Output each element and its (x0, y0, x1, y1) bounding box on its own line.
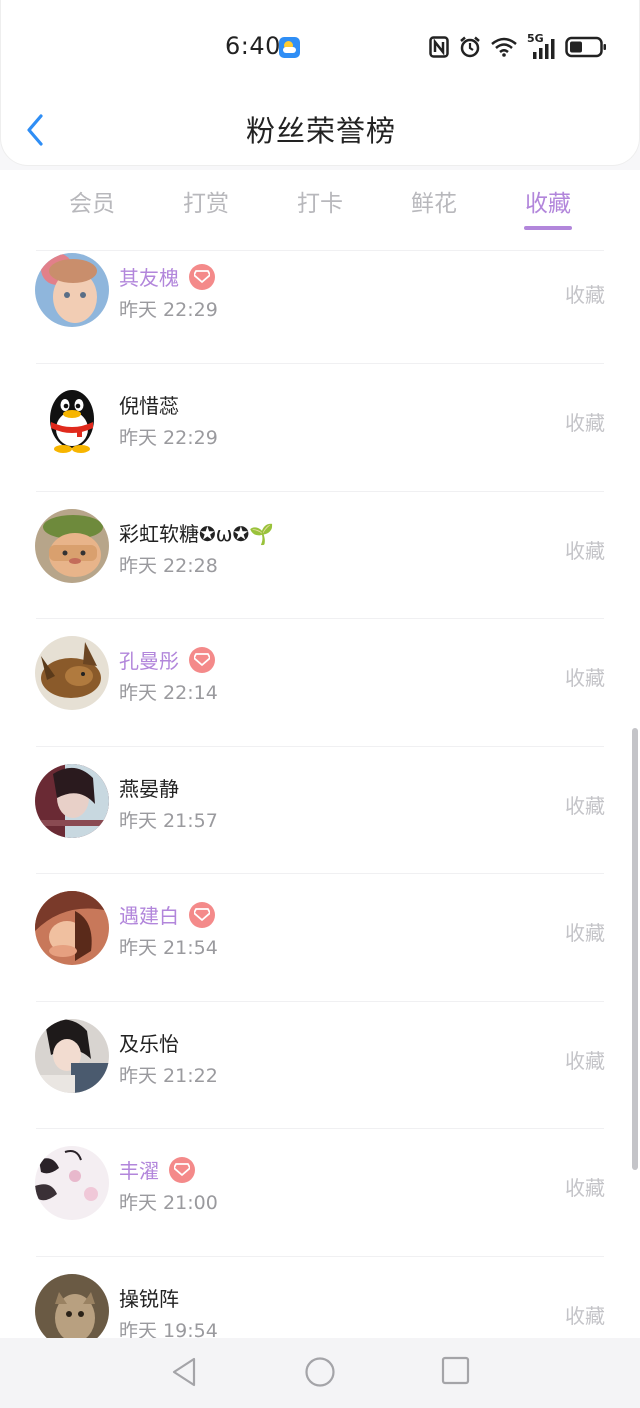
list-item[interactable]: 彩虹软糖✪ω✪🌱 昨天 22:28 收藏 (0, 490, 640, 619)
penguin-icon (35, 381, 109, 455)
status-time: 6:40 (225, 32, 281, 60)
timestamp: 昨天 22:14 (119, 682, 218, 704)
user-name[interactable]: 操锐阵 (119, 1283, 179, 1312)
user-name[interactable]: 及乐怡 (119, 1028, 179, 1057)
favorite-action-label: 收藏 (565, 1176, 605, 1200)
favorite-action-label: 收藏 (565, 411, 605, 435)
tab-bar: 会员 打赏 打卡 鲜花 收藏 (0, 170, 640, 250)
avatar[interactable] (35, 381, 109, 455)
home-circle-icon[interactable] (304, 1356, 336, 1388)
list-item[interactable]: 倪惜蕊 昨天 22:29 收藏 (0, 363, 640, 491)
wifi-icon (491, 37, 517, 57)
nfc-icon (429, 36, 449, 58)
name-line: 燕晏静 (119, 773, 179, 802)
name-line: 倪惜蕊 (119, 390, 179, 419)
avatar[interactable] (35, 1018, 109, 1093)
favorite-action-label: 收藏 (565, 793, 605, 818)
tab-rewards[interactable]: 打赏 (149, 184, 263, 218)
name-line: 孔曼彤 (119, 645, 215, 674)
timestamp: 昨天 22:29 (119, 427, 218, 449)
list-item[interactable]: 燕晏静 昨天 21:57 收藏 (0, 745, 640, 874)
user-name[interactable]: 彩虹软糖✪ω✪🌱 (119, 518, 274, 547)
name-line: 遇建白 (119, 900, 215, 929)
favorite-action-label: 收藏 (565, 666, 605, 690)
weather-icon (279, 37, 300, 58)
tab-members[interactable]: 会员 (35, 184, 149, 218)
favorite-action-label: 收藏 (565, 1048, 605, 1073)
alarm-icon (460, 36, 480, 58)
user-name[interactable]: 丰濯 (119, 1155, 159, 1184)
timestamp: 昨天 22:28 (119, 554, 218, 577)
scrollbar[interactable] (632, 728, 638, 1170)
tab-favorites[interactable]: 收藏 (491, 184, 605, 218)
user-name[interactable]: 孔曼彤 (119, 645, 179, 674)
diamond-badge-icon (189, 646, 215, 673)
recents-square-icon[interactable] (441, 1356, 471, 1386)
diamond-badge-icon (189, 263, 215, 290)
name-line: 操锐阵 (119, 1283, 179, 1312)
row-divider (36, 873, 604, 874)
list-item[interactable]: 孔曼彤 昨天 22:14 收藏 (0, 618, 640, 746)
system-nav-bar (0, 1338, 640, 1408)
list-item[interactable]: 丰濯 昨天 21:00 收藏 (0, 1128, 640, 1256)
back-triangle-icon[interactable] (170, 1356, 198, 1388)
user-name[interactable]: 遇建白 (119, 900, 179, 929)
timestamp: 昨天 22:29 (119, 299, 218, 321)
fan-list[interactable]: 其友槐 昨天 22:29 收藏 倪惜蕊 昨天 22:29 收藏 彩虹软糖✪ω✪🌱… (0, 250, 640, 1338)
avatar[interactable] (35, 891, 109, 965)
list-item[interactable]: 其友槐 昨天 22:29 收藏 (0, 250, 640, 378)
signal-5g-icon: 5G (527, 32, 555, 59)
tab-flowers[interactable]: 鲜花 (377, 184, 491, 218)
battery-icon (565, 36, 606, 58)
name-line: 丰濯 (119, 1155, 195, 1184)
favorite-action-label: 收藏 (565, 283, 605, 307)
diamond-badge-icon (169, 1156, 195, 1183)
row-divider (36, 618, 604, 619)
row-divider (36, 1000, 604, 1002)
row-divider (36, 490, 604, 492)
name-line: 及乐怡 (119, 1028, 179, 1057)
tab-checkin[interactable]: 打卡 (263, 184, 377, 218)
name-line: 其友槐 (119, 262, 215, 291)
status-icons: 5G (429, 32, 607, 60)
avatar[interactable] (35, 1273, 109, 1338)
row-divider (36, 363, 604, 364)
avatar[interactable] (35, 253, 109, 327)
diamond-badge-icon (189, 901, 215, 928)
page-title: 粉丝荣誉榜 (245, 114, 396, 148)
row-divider (36, 1255, 604, 1257)
row-divider (36, 745, 604, 747)
user-name[interactable]: 燕晏静 (119, 773, 179, 802)
favorite-action-label: 收藏 (565, 538, 605, 563)
list-item[interactable]: 及乐怡 昨天 21:22 收藏 (0, 1000, 640, 1129)
timestamp: 昨天 21:57 (119, 809, 218, 832)
user-name[interactable]: 倪惜蕊 (119, 390, 179, 419)
header: 6:40 5G 粉丝荣誉榜 (0, 0, 640, 166)
list-item[interactable]: 操锐阵 昨天 19:54 收藏 (0, 1255, 640, 1339)
list-item[interactable]: 遇建白 昨天 21:54 收藏 (0, 873, 640, 1001)
timestamp: 昨天 19:54 (119, 1319, 218, 1339)
avatar[interactable] (35, 508, 109, 583)
timestamp: 昨天 21:22 (119, 1064, 218, 1087)
avatar[interactable] (35, 1146, 109, 1220)
favorite-action-label: 收藏 (565, 921, 605, 945)
name-line: 彩虹软糖✪ω✪🌱 (119, 518, 274, 547)
avatar[interactable] (35, 636, 109, 710)
favorite-action-label: 收藏 (565, 1303, 605, 1328)
row-divider (36, 1128, 604, 1129)
user-name[interactable]: 其友槐 (119, 262, 179, 291)
timestamp: 昨天 21:00 (119, 1192, 218, 1214)
row-divider (36, 250, 604, 251)
avatar[interactable] (35, 763, 109, 838)
active-tab-indicator (524, 226, 572, 230)
status-bar: 6:40 5G (1, 0, 640, 96)
timestamp: 昨天 21:54 (119, 937, 218, 959)
